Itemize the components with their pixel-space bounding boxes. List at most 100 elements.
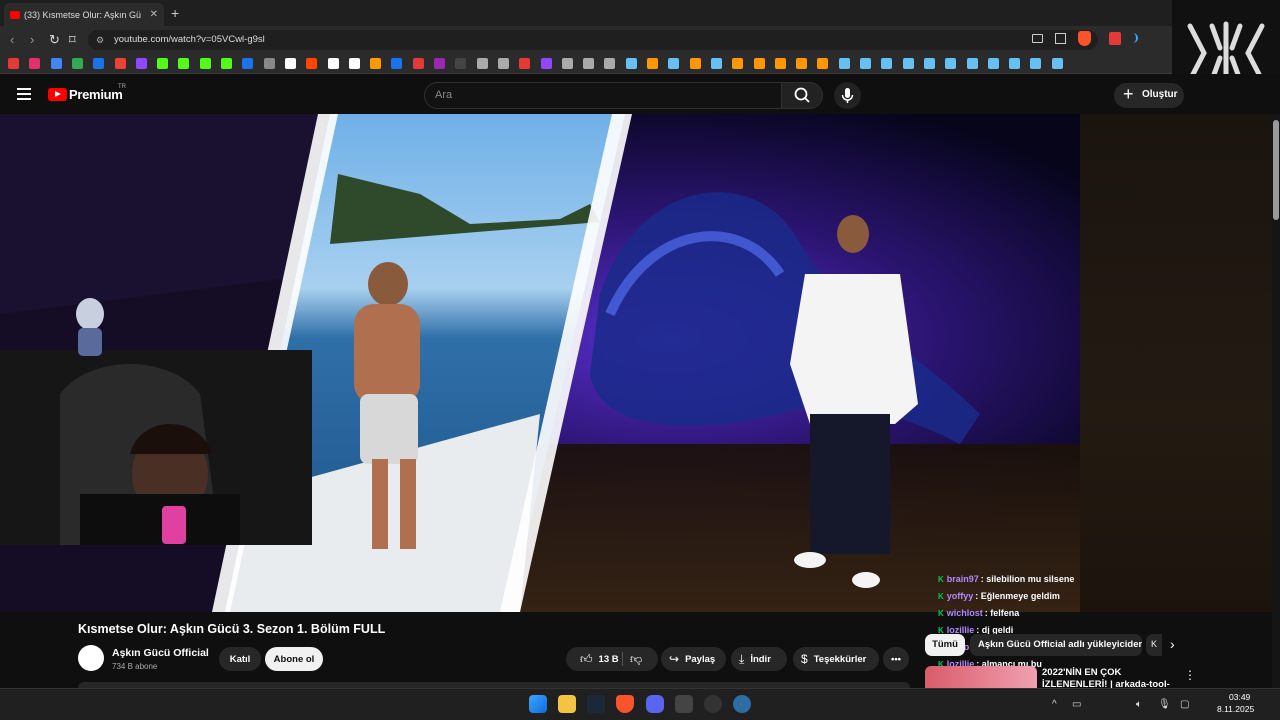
bookmark-icon[interactable] — [774, 58, 786, 69]
subscribe-button[interactable]: Abone ol — [265, 647, 323, 671]
tab-close-icon[interactable]: ✕ — [150, 9, 158, 20]
bookmark-icon[interactable] — [178, 58, 190, 69]
bookmark-icon[interactable] — [647, 58, 658, 69]
channel-name[interactable]: Aşkın Gücü Official — [112, 647, 209, 659]
file-explorer-icon[interactable] — [558, 695, 576, 713]
microphone-tray-icon[interactable]: 🎙︎ — [1158, 699, 1171, 710]
chip-all[interactable]: Tümü — [925, 634, 965, 656]
bookmark-icon[interactable] — [412, 58, 424, 69]
bookmark-icon[interactable] — [519, 58, 531, 69]
page-scrollbar[interactable] — [1272, 114, 1280, 688]
volume-icon[interactable]: 🔈︎ — [1136, 699, 1142, 710]
hamburger-menu-icon[interactable] — [17, 88, 31, 100]
bookmark-icon[interactable] — [860, 58, 871, 69]
search-button[interactable] — [781, 82, 823, 109]
bookmark-icon[interactable] — [625, 58, 637, 69]
more-actions-button[interactable]: ••• — [883, 647, 909, 671]
bookmark-icon[interactable] — [306, 58, 318, 69]
address-bar[interactable]: ⚙ youtube.com/watch?v=05VCwl-g9sl — [88, 30, 1098, 50]
bookmark-icon[interactable] — [455, 58, 467, 69]
share-page-icon[interactable] — [1055, 33, 1066, 44]
extension-icon[interactable] — [1109, 32, 1121, 45]
bookmark-icon[interactable] — [1009, 58, 1021, 69]
download-button[interactable]: ⤓ İndir — [731, 647, 787, 671]
site-info-icon[interactable]: ⚙ — [96, 35, 104, 46]
youtube-brand[interactable]: Premium — [69, 87, 123, 102]
youtube-logo-icon[interactable] — [48, 88, 67, 101]
bookmark-icon[interactable] — [710, 58, 722, 69]
back-icon[interactable]: ‹ — [10, 32, 14, 47]
clock-date[interactable]: 8.11.2025 — [1217, 704, 1254, 714]
recommended-video-menu-icon[interactable]: ⋮ — [1184, 668, 1196, 682]
app-icon[interactable] — [675, 695, 693, 713]
bookmark-icon[interactable] — [923, 58, 935, 69]
brave-browser-icon[interactable] — [616, 695, 634, 713]
bookmark-icon[interactable] — [902, 58, 914, 69]
share-button[interactable]: ↪ Paylaş — [661, 647, 726, 671]
create-button[interactable]: + Oluştur — [1114, 83, 1184, 108]
like-button[interactable]: 👍︎ 13 B 👎︎ — [566, 647, 658, 671]
bookmark-icon[interactable] — [753, 58, 765, 69]
bookmark-icon[interactable] — [497, 58, 509, 69]
bookmark-icon[interactable] — [263, 58, 275, 69]
bookmark-icon[interactable] — [561, 58, 573, 69]
bookmark-icon[interactable] — [8, 58, 19, 69]
bookmark-icon[interactable] — [221, 58, 232, 69]
reload-icon[interactable]: ↻ — [49, 32, 60, 48]
network-icon[interactable]: ▢ — [1180, 699, 1189, 710]
bookmark-icon[interactable] — [966, 58, 978, 69]
bookmark-icon[interactable] — [71, 58, 83, 69]
bookmark-icon[interactable] — [199, 58, 211, 69]
join-button[interactable]: Katıl — [219, 647, 261, 671]
bookmark-icon[interactable] — [604, 58, 616, 69]
battery-icon[interactable]: ▭ — [1072, 699, 1081, 710]
bookmark-icon[interactable] — [987, 58, 999, 69]
bookmark-icon[interactable] — [817, 58, 829, 69]
bookmark-icon[interactable] — [391, 58, 403, 69]
bookmark-icon[interactable] — [50, 58, 62, 69]
forward-icon[interactable]: › — [30, 32, 34, 47]
tray-overflow-icon[interactable]: ^ — [1052, 699, 1057, 710]
discord-icon[interactable] — [646, 695, 664, 713]
bookmark-icon[interactable] — [135, 58, 147, 69]
search-input[interactable]: Ara — [424, 82, 782, 109]
new-tab-button[interactable]: + — [171, 5, 179, 21]
bookmark-icon[interactable] — [1030, 58, 1042, 69]
recommended-video-thumbnail[interactable] — [925, 666, 1037, 688]
clock-time[interactable]: 03:49 — [1229, 692, 1250, 702]
app-icon-2[interactable] — [704, 695, 722, 713]
thanks-button[interactable]: $ Teşekkürler — [793, 647, 879, 671]
bookmark-icon[interactable] — [796, 58, 808, 69]
bookmark-icon[interactable] — [476, 58, 488, 69]
bookmark-icon[interactable] — [327, 58, 339, 69]
bookmark-icon[interactable] — [29, 58, 41, 69]
bookmark-icon[interactable] — [93, 58, 105, 69]
app-icon-3[interactable] — [733, 695, 751, 713]
bookmark-icon[interactable] — [284, 58, 296, 69]
chip-partial[interactable]: K — [1146, 634, 1162, 656]
bookmark-icon[interactable] — [838, 58, 850, 69]
bookmark-icon[interactable] — [732, 58, 744, 69]
bookmark-icon[interactable] — [881, 58, 893, 69]
bookmark-icon[interactable] — [348, 58, 360, 69]
bookmark-icon[interactable] — [540, 58, 552, 69]
steam-icon[interactable] — [587, 695, 605, 713]
bookmark-icon[interactable] — [242, 58, 254, 69]
thumbs-down-icon[interactable]: 👎︎ — [630, 652, 642, 667]
bookmark-icon[interactable] — [434, 58, 445, 69]
voice-search-button[interactable] — [834, 82, 861, 109]
chip-from-uploader[interactable]: Aşkın Gücü Official adlı yükleyiciden — [970, 634, 1142, 656]
cast-icon[interactable] — [1032, 34, 1043, 43]
bookmark-icon[interactable] — [689, 58, 701, 69]
bookmark-icon[interactable] — [583, 58, 595, 69]
bookmark-icon[interactable] — [114, 58, 126, 69]
channel-avatar[interactable] — [78, 645, 104, 671]
bookmark-icon[interactable] — [1051, 58, 1063, 69]
browser-tab[interactable]: (33) Kısmetse Olur: Aşkın Gü ✕ — [4, 3, 164, 26]
bookmark-icon[interactable] — [157, 58, 169, 69]
bookmark-icon[interactable] — [668, 58, 680, 69]
bookmark-icon[interactable] — [945, 58, 957, 69]
bookmark-icon[interactable]: ⌑ — [69, 32, 76, 48]
chips-next-arrow-icon[interactable]: › — [1170, 636, 1175, 652]
brave-shield-icon[interactable] — [1078, 31, 1091, 46]
